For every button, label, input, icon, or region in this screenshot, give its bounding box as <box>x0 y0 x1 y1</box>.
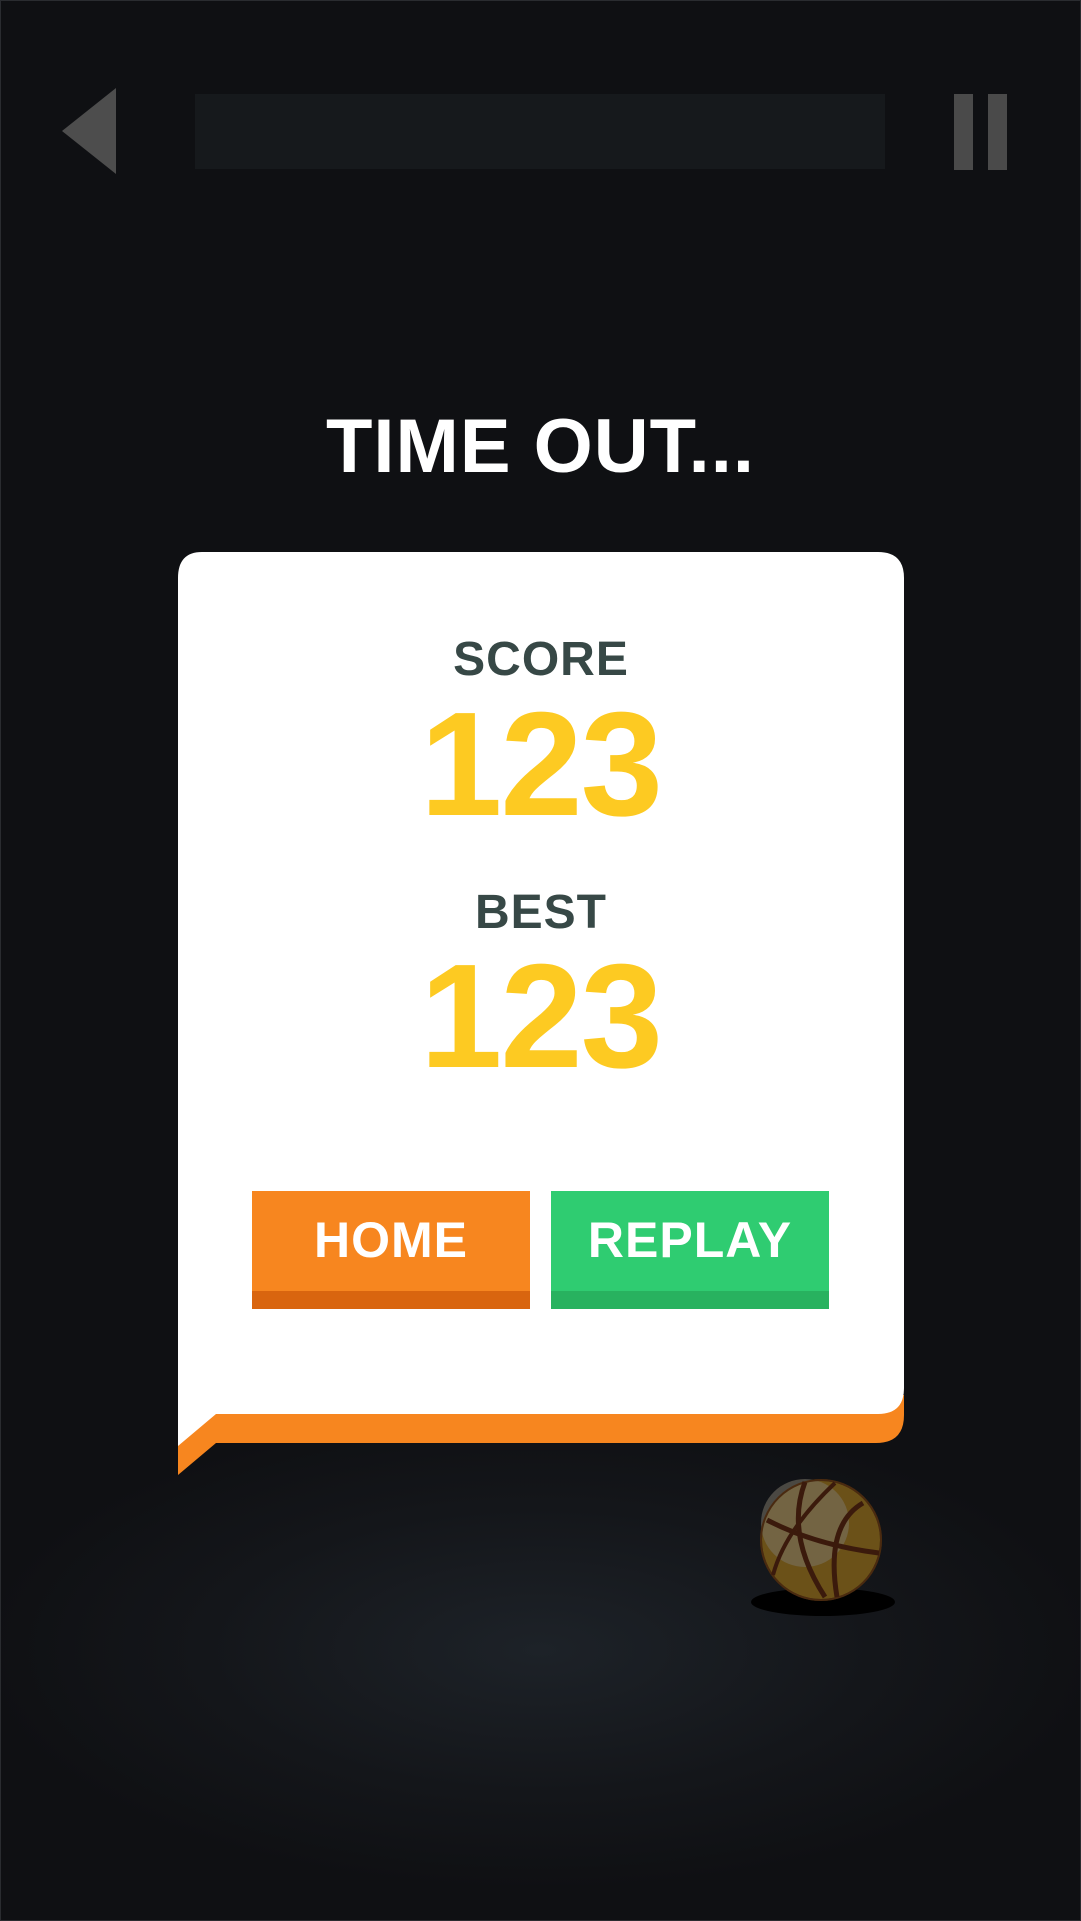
time-progress-bar <box>195 94 885 169</box>
score-label: SCORE <box>453 633 629 686</box>
best-label: BEST <box>474 886 607 939</box>
score-value: 123 <box>420 682 663 847</box>
basketball-icon <box>745 1475 910 1625</box>
back-triangle-icon <box>62 88 116 174</box>
best-score-value: 123 <box>420 934 663 1099</box>
pause-button[interactable] <box>950 92 1012 172</box>
pause-icon <box>954 94 973 170</box>
pause-icon-bar <box>988 94 1007 170</box>
replay-button[interactable]: REPLAY <box>551 1191 829 1309</box>
home-button-label: HOME <box>314 1212 468 1268</box>
home-button[interactable]: HOME <box>252 1191 530 1309</box>
game-over-title: TIME OUT... <box>326 404 755 489</box>
back-button[interactable] <box>60 86 130 176</box>
replay-button-label: REPLAY <box>587 1212 793 1268</box>
